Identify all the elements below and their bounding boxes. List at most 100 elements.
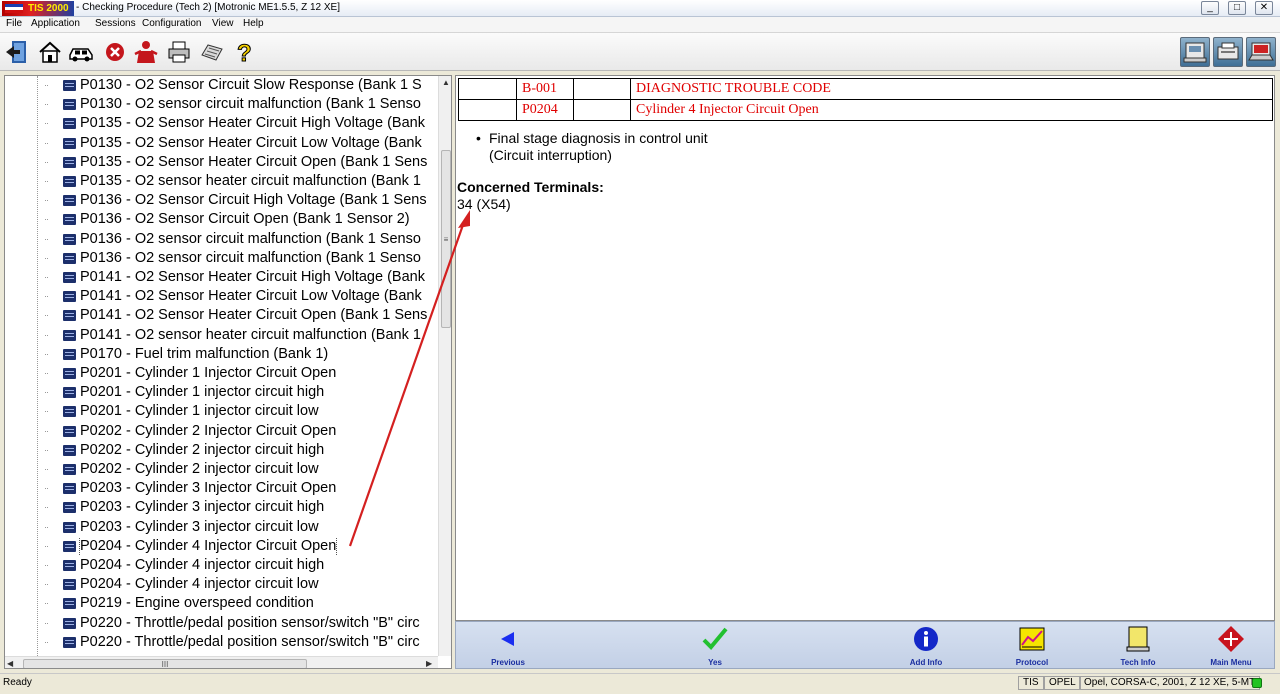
document-icon: [63, 444, 76, 456]
scroll-right-icon[interactable]: ▶: [426, 657, 438, 668]
laptop-icon[interactable]: [1246, 37, 1276, 67]
tree-item[interactable]: P0141 - O2 Sensor Heater Circuit Open (B…: [45, 306, 438, 325]
home-icon[interactable]: [37, 39, 63, 65]
yes-button[interactable]: Yes: [675, 622, 755, 670]
tree-vertical-scrollbar[interactable]: ▲ ≡: [438, 76, 451, 656]
document-icon: [63, 99, 76, 111]
tree-item[interactable]: P0170 - Fuel trim malfunction (Bank 1): [45, 345, 438, 364]
tech-info-button[interactable]: Tech Info: [1098, 622, 1178, 670]
tree-connector: [45, 277, 48, 278]
scroll-thumb[interactable]: ≡: [441, 150, 451, 328]
tree-item[interactable]: P0203 - Cylinder 3 Injector Circuit Open: [45, 479, 438, 498]
menu-configuration[interactable]: Configuration: [142, 18, 201, 29]
tree-connector: [45, 334, 48, 336]
main-menu-button[interactable]: Main Menu: [1191, 622, 1271, 670]
stop-icon[interactable]: [102, 39, 128, 65]
tree-horizontal-scrollbar[interactable]: ◀ III ▶: [5, 656, 438, 668]
protocol-button[interactable]: Protocol: [992, 622, 1072, 670]
tree-item[interactable]: P0204 - Cylinder 4 Injector Circuit Open: [45, 536, 438, 556]
tree-item[interactable]: P0130 - O2 sensor circuit malfunction (B…: [45, 95, 438, 114]
info-icon: [914, 627, 938, 651]
hscroll-thumb[interactable]: III: [23, 659, 307, 668]
tree-item-label: P0204 - Cylinder 4 Injector Circuit Open: [78, 536, 338, 556]
tree-item-label: P0141 - O2 sensor heater circuit malfunc…: [80, 326, 421, 343]
menu-application[interactable]: Application: [31, 18, 80, 29]
document-icon: [63, 521, 76, 533]
document-icon: [63, 118, 76, 130]
tree-item[interactable]: P0201 - Cylinder 1 injector circuit low: [45, 402, 438, 421]
tree-item-label: P0220 - Throttle/pedal position sensor/s…: [80, 614, 420, 631]
tree-item-label: P0202 - Cylinder 2 Injector Circuit Open: [80, 422, 337, 439]
tree-item-label: P0203 - Cylinder 3 injector circuit high: [80, 499, 325, 516]
minimize-button[interactable]: _: [1201, 1, 1219, 15]
table-cell-code: P0204: [516, 99, 574, 121]
close-button[interactable]: ✕: [1255, 1, 1273, 15]
tree-item[interactable]: P0203 - Cylinder 3 injector circuit low: [45, 518, 438, 537]
add-info-button[interactable]: Add Info: [886, 622, 966, 670]
document-icon: [63, 617, 76, 629]
tree-item[interactable]: P0135 - O2 Sensor Heater Circuit Low Vol…: [45, 134, 438, 153]
settings-icon[interactable]: [199, 39, 225, 65]
previous-button[interactable]: Previous: [468, 622, 548, 670]
tree-item-label: P0204 - Cylinder 4 injector circuit high: [80, 557, 325, 573]
exit-icon[interactable]: [4, 39, 30, 65]
tree-item[interactable]: P0202 - Cylinder 2 injector circuit low: [45, 460, 438, 479]
tree-item[interactable]: P0141 - O2 Sensor Heater Circuit High Vo…: [45, 268, 438, 287]
tree-item[interactable]: P0203 - Cylinder 3 injector circuit high: [45, 498, 438, 517]
tree-item[interactable]: P0219 - Engine overspeed condition: [45, 594, 438, 613]
tree-item[interactable]: P0135 - O2 Sensor Heater Circuit High Vo…: [45, 114, 438, 133]
tree-item[interactable]: P0135 - O2 sensor heater circuit malfunc…: [45, 172, 438, 191]
tree-item[interactable]: P0204 - Cylinder 4 injector circuit low: [45, 575, 438, 594]
maximize-button[interactable]: □: [1228, 1, 1246, 15]
tree-item[interactable]: P0136 - O2 Sensor Circuit High Voltage (…: [45, 191, 438, 210]
document-icon: [63, 329, 76, 341]
document-icon: [63, 310, 76, 322]
tree-item-label: P0141 - O2 Sensor Heater Circuit High Vo…: [80, 269, 425, 285]
table-cell-title: DIAGNOSTIC TROUBLE CODE: [630, 78, 1273, 100]
tree-item[interactable]: P0204 - Cylinder 4 injector circuit high: [45, 556, 438, 575]
tree-item[interactable]: P0201 - Cylinder 1 injector circuit high: [45, 383, 438, 402]
tree-list: P0130 - O2 Sensor Circuit Slow Response …: [5, 76, 438, 656]
tree-item[interactable]: P0135 - O2 Sensor Heater Circuit Open (B…: [45, 153, 438, 172]
tree-item[interactable]: P0202 - Cylinder 2 Injector Circuit Open: [45, 422, 438, 441]
tree-item[interactable]: P0201 - Cylinder 1 Injector Circuit Open: [45, 364, 438, 383]
tree-item[interactable]: P0141 - O2 sensor heater circuit malfunc…: [45, 326, 438, 345]
tech2-icon[interactable]: [1180, 37, 1210, 67]
menu-bar: File Application Sessions Configuration …: [0, 17, 1280, 33]
help-icon[interactable]: ?: [232, 39, 258, 68]
document-icon: [63, 560, 76, 571]
terminals-value: 34 (X54): [457, 196, 511, 212]
print-icon[interactable]: [166, 39, 192, 65]
document-icon: [63, 636, 76, 648]
status-cell-brand: OPEL: [1044, 676, 1081, 690]
tree-item[interactable]: P0220 - Throttle/pedal position sensor/s…: [45, 614, 438, 633]
menu-view[interactable]: View: [212, 18, 234, 29]
tree-item[interactable]: P0136 - O2 sensor circuit malfunction (B…: [45, 230, 438, 249]
vehicle-icon[interactable]: [68, 39, 94, 65]
tree-connector: [45, 181, 48, 182]
tree-connector: [45, 315, 48, 317]
menu-help[interactable]: Help: [243, 18, 264, 29]
document-icon: [63, 137, 76, 149]
user-icon[interactable]: [133, 39, 159, 65]
menu-sessions[interactable]: Sessions: [95, 18, 136, 29]
tree-item[interactable]: P0136 - O2 sensor circuit malfunction (B…: [45, 249, 438, 268]
dtc-tree[interactable]: P0130 - O2 Sensor Circuit Slow Response …: [4, 75, 452, 669]
add-info-label: Add Info: [909, 658, 943, 667]
printer-device-icon[interactable]: [1213, 37, 1243, 67]
procedure-content: B-001 DIAGNOSTIC TROUBLE CODE P0204 Cyli…: [455, 75, 1275, 621]
scroll-left-icon[interactable]: ◀: [7, 657, 19, 668]
tree-connector: [45, 488, 48, 490]
dtc-header-table: B-001 DIAGNOSTIC TROUBLE CODE P0204 Cyli…: [458, 78, 1273, 121]
terminals-heading: Concerned Terminals:: [457, 179, 604, 195]
tree-item[interactable]: P0136 - O2 Sensor Circuit Open (Bank 1 S…: [45, 210, 438, 229]
tree-item[interactable]: P0220 - Throttle/pedal position sensor/s…: [45, 633, 438, 652]
document-icon: [63, 195, 76, 207]
window-title: - Checking Procedure (Tech 2) [Motronic …: [76, 2, 340, 13]
tree-item[interactable]: P0130 - O2 Sensor Circuit Slow Response …: [45, 76, 438, 95]
scroll-up-icon[interactable]: ▲: [439, 76, 451, 90]
tree-item[interactable]: P0141 - O2 Sensor Heater Circuit Low Vol…: [45, 287, 438, 306]
tree-item[interactable]: P0202 - Cylinder 2 injector circuit high: [45, 441, 438, 460]
menu-file[interactable]: File: [6, 18, 22, 29]
table-cell: [573, 78, 631, 100]
